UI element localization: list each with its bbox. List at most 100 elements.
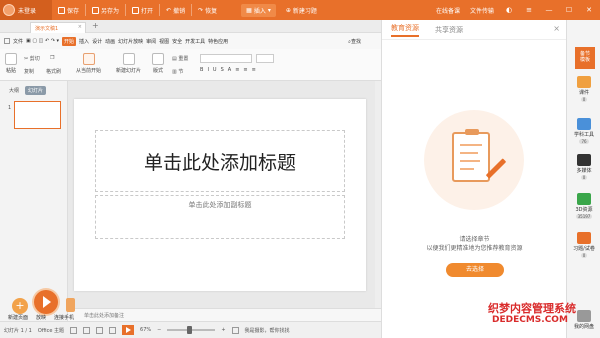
login-button[interactable]: 未登录 [0, 0, 52, 20]
font-family-select[interactable] [200, 54, 252, 63]
sidebar-item-exercises[interactable]: 习题/试卷 0 [571, 232, 597, 259]
slide-canvas[interactable]: 单击此处添加标题 单击此处添加副标题 [74, 99, 366, 291]
notes-field[interactable]: 单击此处添加备注 [68, 308, 381, 321]
choose-button[interactable]: 去选择 [446, 263, 504, 277]
slideshow-play-button[interactable] [34, 290, 58, 314]
watermark-line1: 织梦内容管理系统 [488, 302, 576, 315]
align-right-icon[interactable]: ≡ [252, 67, 256, 73]
zoom-slider-knob[interactable] [187, 326, 193, 334]
sidebar-item-3d[interactable]: 3D资源 35197 [571, 193, 597, 220]
tab-slideshow[interactable]: 幻灯片放映 [118, 38, 143, 45]
copy-button[interactable]: ❐ [50, 55, 54, 61]
slide-number: 1 [8, 105, 12, 111]
tab-outline[interactable]: 大纲 [6, 86, 22, 95]
insert-button[interactable]: ▦ 插入 ▾ [241, 3, 276, 17]
play-icon [82, 53, 95, 65]
cut-button[interactable]: ✂ 剪切 [24, 55, 40, 62]
tab-start[interactable]: 开始 [62, 36, 77, 46]
new-slide-button[interactable]: 新建幻灯片 [116, 53, 141, 74]
phone-icon[interactable] [66, 298, 75, 312]
tab-features[interactable]: 特色应用 [208, 38, 228, 45]
tab-shared-resources[interactable]: 共享资源 [435, 25, 463, 35]
format-painter-button[interactable]: 格式刷 [46, 68, 61, 75]
save-as-button[interactable]: 另存为 [86, 0, 125, 20]
tab-insert[interactable]: 插入 [79, 38, 89, 45]
sidebar-item-multimedia[interactable]: 多媒体 0 [571, 154, 597, 181]
tools-icon [577, 118, 591, 130]
fit-window-icon[interactable] [231, 326, 239, 334]
slide-info: 幻灯片 1 / 1 [4, 327, 32, 334]
font-color-icon[interactable]: A [228, 67, 231, 73]
assistant-text[interactable]: 我是摄影，帮你找找 [245, 327, 290, 334]
bold-icon[interactable]: B [200, 67, 203, 73]
title-placeholder[interactable]: 单击此处添加标题 [95, 130, 345, 192]
document-tab[interactable]: 演示文稿1 × [30, 22, 86, 33]
tab-edu-resources[interactable]: 教育资源 [391, 23, 419, 37]
italic-icon[interactable]: I [207, 67, 208, 73]
copy-icon: ❐ [50, 55, 55, 61]
minimize-icon[interactable]: — [544, 6, 554, 14]
tab-developer[interactable]: 开发工具 [185, 38, 205, 45]
save-icon [58, 6, 65, 14]
folder-icon [132, 6, 140, 14]
template-button[interactable]: 备节 模板 [575, 47, 595, 69]
hamburger-icon[interactable] [4, 38, 10, 44]
notes-toggle-icon[interactable] [70, 326, 78, 334]
align-left-icon[interactable]: ≡ [235, 67, 239, 73]
zoom-slider[interactable] [167, 326, 216, 334]
zoom-out-icon[interactable]: − [157, 327, 161, 333]
layout-button[interactable]: 版式 [152, 53, 164, 74]
tab-slides[interactable]: 幻灯片 [25, 86, 47, 95]
font-size-select[interactable] [256, 54, 274, 63]
close-panel-icon[interactable]: × [553, 24, 560, 33]
reading-view-icon[interactable] [109, 326, 117, 334]
clipboard-illustration [424, 110, 524, 210]
close-tab-icon[interactable]: × [78, 24, 82, 30]
copy-label[interactable]: 复制 [24, 68, 34, 75]
strikethrough-icon[interactable]: S [221, 67, 224, 73]
open-button[interactable]: 打开 [126, 0, 159, 20]
sidebar-item-courseware[interactable]: 课件 0 [571, 76, 597, 103]
paste-button[interactable]: 粘贴 [5, 53, 17, 74]
3d-icon [577, 193, 591, 205]
align-center-icon[interactable]: ≡ [243, 67, 247, 73]
tab-view[interactable]: 视图 [159, 38, 169, 45]
document-tab-strip: 演示文稿1 × + [0, 20, 381, 33]
tab-animation[interactable]: 动画 [105, 38, 115, 45]
slide-thumbnail[interactable] [14, 101, 61, 129]
watermark-line2: DEDECMS.COM [492, 315, 568, 325]
slide-editor: 单击此处添加标题 单击此处添加副标题 [68, 81, 381, 321]
skin-icon[interactable]: ◐ [504, 6, 514, 14]
online-course-link[interactable]: 在线备课 [436, 6, 460, 15]
subtitle-placeholder[interactable]: 单击此处添加副标题 [95, 195, 345, 239]
new-page-button[interactable]: + [12, 298, 28, 314]
slideshow-icon[interactable] [122, 325, 135, 335]
save-button[interactable]: 保存 [52, 0, 85, 20]
reset-button[interactable]: ▤ 重置 [172, 55, 188, 62]
file-transfer-link[interactable]: 文件传输 [470, 6, 494, 15]
tab-design[interactable]: 设计 [92, 38, 102, 45]
select-chapter-tip: 请选择章节 [459, 236, 490, 243]
sorter-view-icon[interactable] [96, 326, 104, 334]
reset-icon: ▤ [172, 56, 177, 62]
maximize-icon[interactable]: ☐ [564, 6, 574, 14]
search-button[interactable]: ⌕查找 [348, 38, 361, 45]
login-label: 未登录 [18, 7, 37, 15]
quick-tools-icon[interactable]: ▣ ▢ ◫ ↶ ↷ ▾ [26, 38, 59, 44]
menu-icon[interactable]: ≡ [524, 6, 534, 14]
underline-icon[interactable]: U [213, 67, 217, 73]
tab-security[interactable]: 安全 [172, 38, 182, 45]
redo-icon: ↷ [198, 6, 204, 14]
new-tab-button[interactable]: + [92, 21, 99, 30]
normal-view-icon[interactable] [83, 326, 91, 334]
close-icon[interactable]: ✕ [584, 6, 594, 14]
new-course-button[interactable]: ⊕ 新建习题 [286, 6, 317, 15]
sidebar-item-subject-tools[interactable]: 学科工具 76 [571, 118, 597, 145]
section-button[interactable]: ▥ 节 [172, 68, 183, 75]
menu-file[interactable]: 文件 [13, 38, 23, 45]
redo-button[interactable]: ↷ 恢复 [192, 0, 223, 20]
play-from-current-button[interactable]: 从当前开始 [76, 53, 101, 74]
tab-review[interactable]: 审阅 [146, 38, 156, 45]
zoom-in-icon[interactable]: + [221, 327, 225, 333]
undo-button[interactable]: ↶ 撤销 [160, 0, 191, 20]
